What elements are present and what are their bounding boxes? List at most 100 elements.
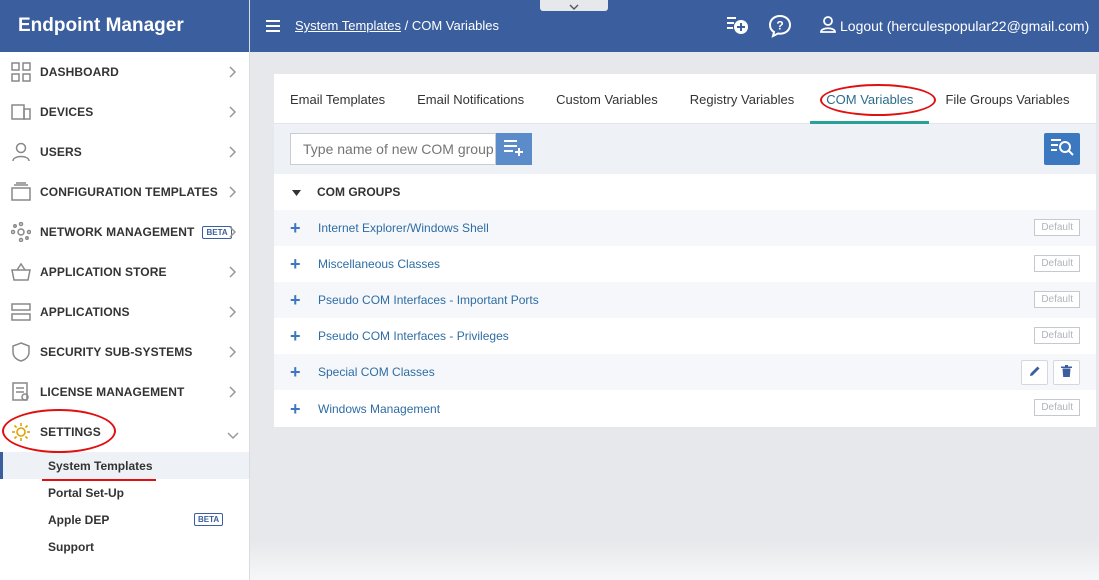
hamburger-menu-icon[interactable] [266,19,280,37]
sidebar-item-dashboard[interactable]: DASHBOARD [0,52,249,92]
beta-badge: BETA [194,513,224,526]
table-row: + Miscellaneous Classes Default [274,246,1096,282]
search-filter-button[interactable] [1044,133,1080,165]
add-list-icon [503,138,525,161]
chevron-right-icon [229,105,237,123]
expand-plus-icon[interactable]: + [290,400,318,418]
sidebar-sub-item-label: Support [48,539,94,554]
com-group-name[interactable]: Internet Explorer/Windows Shell [318,221,489,235]
logout-link[interactable]: Logout (herculespopular22@gmail.com) [820,16,1089,36]
trash-icon [1061,364,1072,382]
chevron-right-icon [229,225,237,243]
sidebar-item-label: LICENSE MANAGEMENT [40,385,185,399]
tab-com-variables[interactable]: COM Variables [810,74,930,124]
breadcrumb-current: COM Variables [411,18,500,33]
tab-file-groups-variables[interactable]: File Groups Variables [929,74,1085,124]
license-icon [10,381,32,403]
main-panel: Email Templates Email Notifications Cust… [274,74,1096,427]
sidebar-sub-item-label: Apple DEP [48,512,110,527]
page-footer-shade [250,540,1099,580]
sidebar-item-label: APPLICATIONS [40,305,130,319]
new-com-group-input[interactable] [290,133,496,165]
sidebar-item-label: CONFIGURATION TEMPLATES [40,185,218,199]
basket-icon [10,261,32,283]
default-badge: Default [1034,327,1080,344]
chevron-right-icon [229,305,237,323]
collapse-header-tab[interactable] [540,0,608,11]
sidebar-item-application-store[interactable]: APPLICATION STORE [0,252,249,292]
sidebar-item-label: APPLICATION STORE [40,265,167,279]
default-badge: Default [1034,219,1080,236]
sidebar-item-label: USERS [40,145,82,159]
sidebar-sub-item-label: System Templates [48,458,153,473]
delete-group-button[interactable] [1053,360,1080,385]
expand-plus-icon[interactable]: + [290,363,318,381]
chevron-right-icon [229,385,237,403]
sidebar-item-settings[interactable]: SETTINGS [0,412,249,452]
user-icon [820,16,836,36]
com-group-name[interactable]: Pseudo COM Interfaces - Important Ports [318,293,539,307]
table-row: + Pseudo COM Interfaces - Important Port… [274,282,1096,318]
add-com-group-button[interactable] [496,133,532,165]
caret-down-icon [292,185,301,199]
sidebar-item-label: NETWORK MANAGEMENT [40,225,195,239]
sidebar-item-configuration-templates[interactable]: CONFIGURATION TEMPLATES [0,172,249,212]
user-icon [10,141,32,163]
sidebar-item-network-management[interactable]: NETWORK MANAGEMENT BETA [0,212,249,252]
com-groups-header[interactable]: COM GROUPS [274,174,1096,210]
sidebar-sub-item-system-templates[interactable]: System Templates [0,452,249,479]
chevron-right-icon [229,265,237,283]
sidebar-item-label: DEVICES [40,105,94,119]
sidebar-item-label: SETTINGS [40,425,101,439]
chevron-right-icon [229,345,237,363]
default-badge: Default [1034,291,1080,308]
expand-plus-icon[interactable]: + [290,327,318,345]
com-group-name[interactable]: Windows Management [318,402,440,416]
com-groups-title: COM GROUPS [317,185,401,199]
com-group-name[interactable]: Special COM Classes [318,365,435,379]
com-group-name[interactable]: Miscellaneous Classes [318,257,440,271]
tab-registry-variables[interactable]: Registry Variables [674,74,811,124]
table-row: + Windows Management Default [274,390,1096,428]
help-icon[interactable]: ? [768,14,792,43]
tab-custom-variables[interactable]: Custom Variables [540,74,674,124]
breadcrumb-link-system-templates[interactable]: System Templates [295,18,401,33]
add-widget-icon[interactable] [726,14,750,43]
chevron-down-icon [569,0,579,15]
expand-plus-icon[interactable]: + [290,219,318,237]
sidebar-item-devices[interactable]: DEVICES [0,92,249,132]
top-bar: System Templates / COM Variables ? Logou… [250,0,1099,52]
table-row: + Special COM Classes [274,354,1096,390]
app-title: Endpoint Manager [0,0,249,52]
default-badge: Default [1034,399,1080,416]
sidebar-item-label: DASHBOARD [40,65,119,79]
expand-plus-icon[interactable]: + [290,255,318,273]
default-badge: Default [1034,255,1080,272]
gear-icon [10,421,32,443]
sidebar-sub-item-apple-dep[interactable]: Apple DEP BETA [0,506,249,533]
breadcrumb: System Templates / COM Variables [295,18,499,33]
beta-badge: BETA [202,225,232,239]
sidebar-sub-item-portal-set-up[interactable]: Portal Set-Up [0,479,249,506]
tab-email-notifications[interactable]: Email Notifications [401,74,540,124]
table-row: + Pseudo COM Interfaces - Privileges Def… [274,318,1096,354]
sidebar: Endpoint Manager DASHBOARD DEVICES USERS… [0,0,250,580]
sidebar-sub-item-label: Portal Set-Up [48,485,125,500]
breadcrumb-separator: / [404,18,409,33]
sidebar-item-applications[interactable]: APPLICATIONS [0,292,249,332]
sidebar-item-label: SECURITY SUB-SYSTEMS [40,345,193,359]
edit-group-button[interactable] [1021,360,1048,385]
tab-email-templates[interactable]: Email Templates [274,74,401,124]
sidebar-item-license-management[interactable]: LICENSE MANAGEMENT [0,372,249,412]
network-icon [10,221,32,243]
com-group-name[interactable]: Pseudo COM Interfaces - Privileges [318,329,509,343]
dashboard-icon [10,61,32,83]
logout-label: Logout (herculespopular22@gmail.com) [840,18,1090,34]
svg-text:?: ? [776,19,783,33]
highlight-underline-system-templates [42,479,156,481]
expand-plus-icon[interactable]: + [290,291,318,309]
sidebar-sub-item-support[interactable]: Support [0,533,249,560]
sidebar-item-security-sub-systems[interactable]: SECURITY SUB-SYSTEMS [0,332,249,372]
sidebar-item-users[interactable]: USERS [0,132,249,172]
chevron-right-icon [229,145,237,163]
